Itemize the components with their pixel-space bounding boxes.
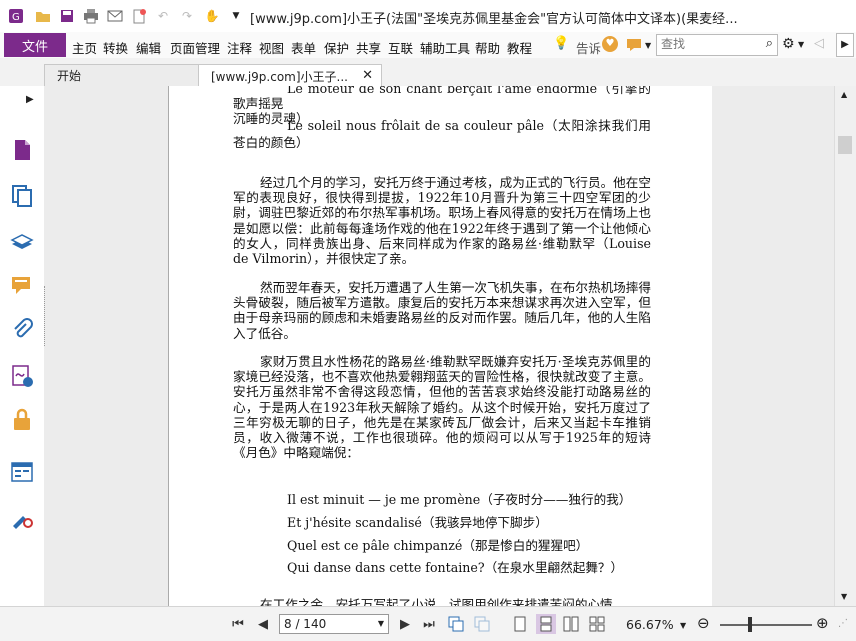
continuous-page-icon[interactable] bbox=[536, 614, 556, 634]
navigation-sidebar: ▶ bbox=[0, 86, 45, 606]
page-indicator: 8 / 140 bbox=[284, 617, 327, 631]
paragraph: 在工作之余，安托万写起了小说，试图用创作来排遣苦闷的心情。 bbox=[260, 597, 626, 606]
verse-line: Le soleil nous frôlait de sa couleur pâl… bbox=[233, 118, 651, 150]
zoom-slider[interactable] bbox=[720, 624, 812, 626]
title-bar: G ↶ ↷ ✋ ▼ [www.j9p.com]小王子(法国"圣埃克苏佩里基金会"… bbox=[0, 0, 856, 33]
signature-icon[interactable] bbox=[10, 364, 34, 388]
menu-convert[interactable]: 转换 bbox=[103, 38, 128, 57]
menu-comment[interactable]: 注释 bbox=[227, 38, 252, 57]
dropdown-icon[interactable]: ▼ bbox=[228, 8, 244, 24]
comment-icon[interactable] bbox=[626, 38, 642, 55]
poem-line: Quel est ce pâle chimpanzé（那是惨白的猩猩吧） bbox=[287, 538, 589, 553]
facing-pages-icon[interactable] bbox=[563, 616, 579, 632]
print-icon[interactable] bbox=[83, 8, 99, 24]
window-title: [www.j9p.com]小王子(法国"圣埃克苏佩里基金会"官方认可简体中文译本… bbox=[250, 12, 738, 27]
menu-pages[interactable]: 页面管理 bbox=[170, 38, 220, 57]
continuous-facing-icon[interactable] bbox=[589, 616, 605, 632]
comments-panel-icon[interactable] bbox=[10, 274, 34, 298]
lightbulb-icon: 💡 bbox=[553, 36, 570, 51]
search-icon[interactable]: ⌕ bbox=[766, 36, 773, 51]
menu-home[interactable]: 主页 bbox=[72, 38, 97, 57]
page-dropdown-icon[interactable]: ▼ bbox=[378, 615, 384, 633]
menu-form[interactable]: 表单 bbox=[291, 38, 316, 57]
page-gutter bbox=[712, 86, 834, 606]
tab-document[interactable]: [www.j9p.com]小王子... ✕ bbox=[198, 64, 382, 87]
hand-icon[interactable]: ✋ bbox=[204, 8, 220, 24]
email-icon[interactable] bbox=[107, 8, 123, 24]
single-page-icon[interactable] bbox=[512, 616, 528, 632]
menu-help[interactable]: 帮助 bbox=[475, 38, 500, 57]
page-number-input[interactable]: 8 / 140 ▼ bbox=[279, 614, 389, 634]
tab-label: [www.j9p.com]小王子... bbox=[211, 69, 348, 84]
tab-bar: 开始 [www.j9p.com]小王子... ✕ bbox=[0, 58, 856, 87]
zoom-slider-thumb[interactable] bbox=[748, 617, 752, 632]
certify-icon[interactable] bbox=[10, 506, 34, 530]
redo-icon[interactable]: ↷ bbox=[179, 8, 195, 24]
heart-icon[interactable]: ♥ bbox=[602, 36, 618, 52]
close-icon[interactable]: ✕ bbox=[362, 68, 373, 83]
menu-protect[interactable]: 保护 bbox=[324, 38, 349, 57]
svg-text:G: G bbox=[12, 12, 20, 23]
menu-accessibility[interactable]: 辅助工具 bbox=[420, 38, 470, 57]
poem-line: Il est minuit — je me promène（子夜时分——独行的我… bbox=[287, 492, 632, 507]
page-thumbnail-icon[interactable] bbox=[10, 138, 34, 162]
app-logo-icon: G bbox=[8, 8, 24, 24]
nav-back-icon[interactable]: ◁ bbox=[814, 36, 824, 51]
zoom-out-icon[interactable]: ⊖ bbox=[697, 614, 710, 632]
pages-panel-icon[interactable] bbox=[10, 184, 34, 208]
new-icon[interactable] bbox=[131, 8, 147, 24]
paragraph: 经过几个月的学习，安托万终于通过考核，成为正式的飞行员。他在空军的表现良好，很快… bbox=[233, 175, 651, 267]
menu-view[interactable]: 视图 bbox=[259, 38, 284, 57]
vertical-scrollbar[interactable]: ▲ ▼ bbox=[834, 86, 856, 606]
paragraph: 家财万贯且水性杨花的路易丝·维勒默罕既嫌弃安托万·圣埃克苏佩里的家境已经没落，也… bbox=[233, 354, 651, 461]
search-box: ⌕ bbox=[656, 34, 778, 56]
open-folder-icon[interactable] bbox=[35, 8, 51, 24]
paragraph: 然而翌年春天，安托万遭遇了人生第一次飞机失事，在布尔热机场摔得头骨破裂，随后被军… bbox=[233, 280, 651, 341]
menu-tutorial[interactable]: 教程 bbox=[507, 38, 532, 57]
document-page: Le moteur de son chant berçait l'âme end… bbox=[168, 86, 714, 606]
panel-resize-handle[interactable] bbox=[44, 286, 47, 346]
next-page-icon[interactable]: ▶ bbox=[397, 616, 413, 632]
form-fields-icon[interactable] bbox=[10, 460, 34, 484]
tab-label: 开始 bbox=[57, 69, 82, 83]
gear-dropdown-icon[interactable]: ▼ bbox=[798, 40, 804, 49]
zoom-dropdown-icon[interactable]: ▼ bbox=[680, 621, 686, 630]
scroll-thumb[interactable] bbox=[838, 136, 852, 154]
comment-dropdown-icon[interactable]: ▼ bbox=[645, 41, 651, 50]
first-page-icon[interactable]: ⏮ bbox=[230, 616, 246, 632]
last-page-icon[interactable]: ⏭ bbox=[421, 616, 437, 632]
tell-me[interactable]: 告诉 bbox=[576, 38, 601, 57]
status-bar: ⏮ ◀ 8 / 140 ▼ ▶ ⏭ 66.67% ▼ ⊖ ⊕ ⋰ bbox=[0, 606, 856, 641]
zoom-in-icon[interactable]: ⊕ bbox=[816, 614, 829, 632]
menu-bar: 文件 主页 转换 编辑 页面管理 注释 视图 表单 保护 共享 互联 辅助工具 … bbox=[0, 32, 856, 59]
layers-icon[interactable] bbox=[10, 230, 34, 254]
save-icon[interactable] bbox=[59, 8, 75, 24]
zoom-level: 66.67% bbox=[626, 617, 674, 632]
next-view-icon[interactable] bbox=[474, 616, 490, 632]
poem-line: Et j'hésite scandalisé（我骇异地停下脚步） bbox=[287, 515, 548, 530]
lock-icon[interactable] bbox=[10, 408, 34, 432]
file-menu[interactable]: 文件 bbox=[4, 33, 66, 57]
undo-icon[interactable]: ↶ bbox=[155, 8, 171, 24]
gear-icon[interactable]: ⚙ bbox=[782, 36, 795, 52]
verse-text: Le moteur de son chant berçait l'âme end… bbox=[233, 86, 651, 112]
poem-line: Qui danse dans cette fontaine?（在泉水里翩然起舞？… bbox=[287, 560, 624, 575]
previous-view-icon[interactable] bbox=[448, 616, 464, 632]
expand-panel-icon[interactable]: ▶ bbox=[26, 94, 34, 105]
menu-connect[interactable]: 互联 bbox=[388, 38, 413, 57]
resize-grip-icon[interactable]: ⋰ bbox=[838, 618, 848, 629]
tab-start[interactable]: 开始 bbox=[44, 64, 200, 86]
menu-share[interactable]: 共享 bbox=[356, 38, 381, 57]
attachment-icon[interactable] bbox=[10, 318, 34, 342]
prev-page-icon[interactable]: ◀ bbox=[255, 616, 271, 632]
search-input[interactable] bbox=[657, 35, 759, 53]
menu-edit[interactable]: 编辑 bbox=[136, 38, 161, 57]
sidebar-panel-background bbox=[44, 86, 168, 606]
collapse-icon[interactable]: ▶ bbox=[836, 33, 854, 57]
scroll-down-icon[interactable]: ▼ bbox=[841, 592, 847, 601]
scroll-up-icon[interactable]: ▲ bbox=[841, 90, 847, 99]
